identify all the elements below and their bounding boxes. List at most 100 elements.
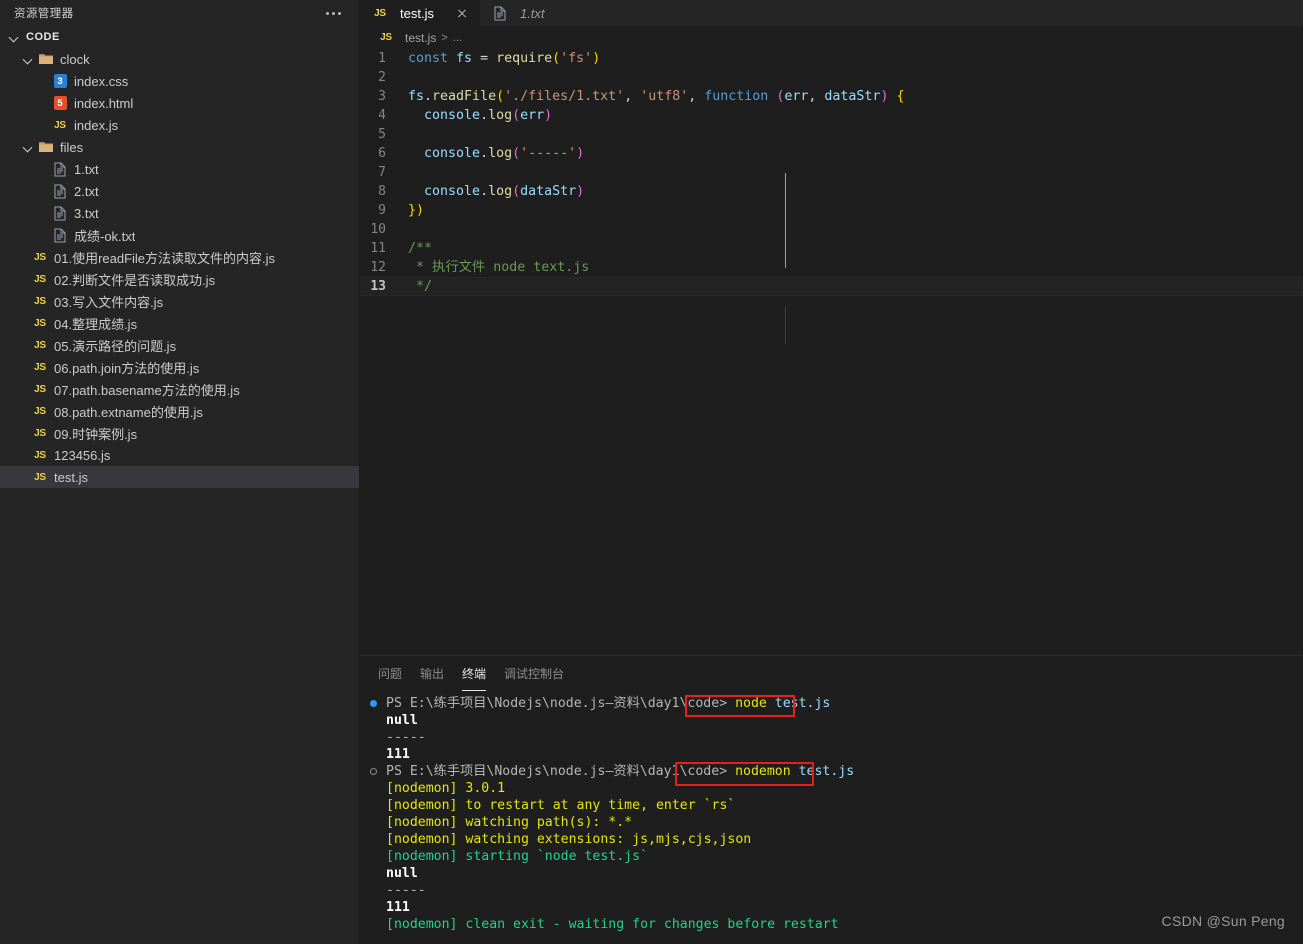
editor-tab[interactable]: JS test.js	[360, 0, 480, 26]
code-line: 3 fs.readFile('./files/1.txt', 'utf8', fu…	[360, 87, 1303, 106]
line-number: 7	[378, 165, 386, 180]
terminal-segment: [nodemon] starting `node test.js`	[386, 849, 649, 864]
terminal-line: [nodemon] to restart at any time, enter …	[370, 797, 1303, 814]
terminal-segment: test.js	[766, 696, 831, 711]
terminal-line: -----	[370, 729, 1303, 746]
terminal-gutter	[370, 797, 386, 802]
explorer-title: 资源管理器	[14, 8, 74, 20]
terminal-gutter	[370, 865, 386, 870]
file-tree-item[interactable]: JS 01.使用readFile方法读取文件的内容.js	[0, 246, 359, 268]
editor-tab[interactable]: 1.txt	[480, 0, 591, 26]
terminal-gutter	[370, 712, 386, 717]
javascript-icon: JS	[34, 339, 46, 351]
line-number: 13	[370, 279, 386, 294]
file-tree-item[interactable]: JS 04.整理成绩.js	[0, 312, 359, 334]
terminal-gutter	[370, 831, 386, 836]
file-tree-item-label: 05.演示路径的问题.js	[54, 338, 177, 354]
chevron-down-icon	[6, 29, 22, 45]
javascript-icon: JS	[34, 273, 46, 285]
code-token: dataStr	[824, 89, 881, 104]
code-editor[interactable]: 1 const fs = require('fs') 2 3 fs.readFile('…	[360, 49, 1303, 655]
panel-tab[interactable]: 输出	[420, 656, 444, 691]
code-token: )	[544, 108, 553, 123]
ellipsis-icon[interactable]	[322, 8, 345, 19]
file-tree-item[interactable]: 成绩-ok.txt	[0, 224, 359, 246]
code-token: */	[408, 279, 433, 294]
code-token: (	[512, 146, 521, 161]
file-tree: clock 3 index.css 5 index.html JS index.js file…	[0, 48, 359, 944]
file-tree-item[interactable]: JS 07.path.basename方法的使用.js	[0, 378, 359, 400]
terminal-line: null	[370, 712, 1303, 729]
code-text: fs.readFile('./files/1.txt', 'utf8', fun…	[408, 87, 904, 106]
html5-icon: 5	[52, 95, 68, 111]
code-text: */	[408, 277, 432, 296]
javascript-icon: JS	[374, 7, 386, 19]
line-number: 9	[378, 203, 386, 218]
code-token: 'fs'	[560, 51, 593, 66]
file-tree-item[interactable]: JS 02.判断文件是否读取成功.js	[0, 268, 359, 290]
code-token: err	[520, 108, 545, 123]
panel-tab[interactable]: 问题	[378, 656, 402, 691]
explorer-sidebar: 资源管理器 CODE clock 3 index.css 5 index.html JS i…	[0, 0, 360, 944]
line-number: 3	[378, 89, 386, 104]
file-tree-item[interactable]: JS 08.path.extname的使用.js	[0, 400, 359, 422]
code-token: /**	[408, 241, 433, 256]
file-tree-item[interactable]: JS 09.时钟案例.js	[0, 422, 359, 444]
line-number: 12	[370, 260, 386, 275]
file-tree-item[interactable]: JS 123456.js	[0, 444, 359, 466]
file-tree-item[interactable]: JS 06.path.join方法的使用.js	[0, 356, 359, 378]
breadcrumb-file[interactable]: test.js	[405, 31, 436, 45]
file-tree-item[interactable]: 3 index.css	[0, 70, 359, 92]
explorer-folder-section[interactable]: CODE	[0, 26, 359, 48]
panel-tab[interactable]: 调试控制台	[504, 656, 564, 691]
close-icon[interactable]	[454, 5, 470, 21]
code-token: './files/1.txt'	[504, 89, 625, 104]
file-tree-item[interactable]: files	[0, 136, 359, 158]
code-line: 12 * 执行文件 node text.js	[360, 258, 1303, 277]
terminal-segment: PS E:\练手项目\Nodejs\node.js—资料\day1\code>	[386, 764, 736, 779]
file-tree-item-label: index.css	[74, 73, 129, 89]
terminal-line: PS E:\练手项目\Nodejs\node.js—资料\day1\code> …	[370, 763, 1303, 780]
code-token: .	[424, 89, 433, 104]
chevron-down-icon	[20, 139, 36, 155]
panel-tab[interactable]: 终端	[462, 656, 487, 691]
file-tree-item[interactable]: JS 03.写入文件内容.js	[0, 290, 359, 312]
file-tree-item[interactable]: JS 05.演示路径的问题.js	[0, 334, 359, 356]
terminal-output[interactable]: PS E:\练手项目\Nodejs\node.js—资料\day1\code> …	[360, 691, 1303, 944]
vscode-window: 资源管理器 CODE clock 3 index.css 5 index.html JS i…	[0, 0, 1303, 944]
file-tree-item[interactable]: 3.txt	[0, 202, 359, 224]
file-tree-item[interactable]: 2.txt	[0, 180, 359, 202]
terminal-line: null	[370, 865, 1303, 882]
code-token: readFile	[432, 89, 497, 104]
terminal-segment: -----	[386, 730, 426, 745]
code-token: console	[424, 108, 481, 123]
file-tree-item[interactable]: 1.txt	[0, 158, 359, 180]
code-text: })	[408, 201, 424, 220]
code-token: err	[784, 89, 809, 104]
code-line: 8 console.log(dataStr)	[360, 182, 1303, 201]
file-tree-item[interactable]: JS test.js	[0, 466, 359, 488]
indent-guide-active	[785, 173, 786, 268]
terminal-lines: PS E:\练手项目\Nodejs\node.js—资料\day1\code> …	[370, 695, 1303, 933]
code-line: 7	[360, 163, 1303, 182]
panel-tabbar: 问题 输出 终端 调试控制台	[360, 656, 1303, 691]
terminal-segment: nodemon	[735, 764, 791, 779]
file-tree-item[interactable]: JS index.js	[0, 114, 359, 136]
file-tree-item[interactable]: 5 index.html	[0, 92, 359, 114]
code-text: console.log(err)	[408, 106, 552, 125]
chevron-down-icon	[20, 51, 36, 67]
file-tree-item-label: 09.时钟案例.js	[54, 426, 138, 442]
breadcrumb-more[interactable]: ...	[453, 32, 462, 44]
code-token: =	[472, 51, 497, 66]
terminal-gutter	[370, 746, 386, 751]
terminal-segment: 111	[386, 900, 410, 915]
javascript-icon: JS	[34, 317, 46, 329]
code-text: console.log('-----')	[408, 144, 584, 163]
line-number: 8	[378, 184, 386, 199]
terminal-line: 111	[370, 746, 1303, 763]
code-token: function	[704, 89, 769, 104]
terminal-line: [nodemon] starting `node test.js`	[370, 848, 1303, 865]
file-tree-item-label: 02.判断文件是否读取成功.js	[54, 272, 216, 288]
file-tree-item[interactable]: clock	[0, 48, 359, 70]
code-token: fs	[408, 89, 425, 104]
